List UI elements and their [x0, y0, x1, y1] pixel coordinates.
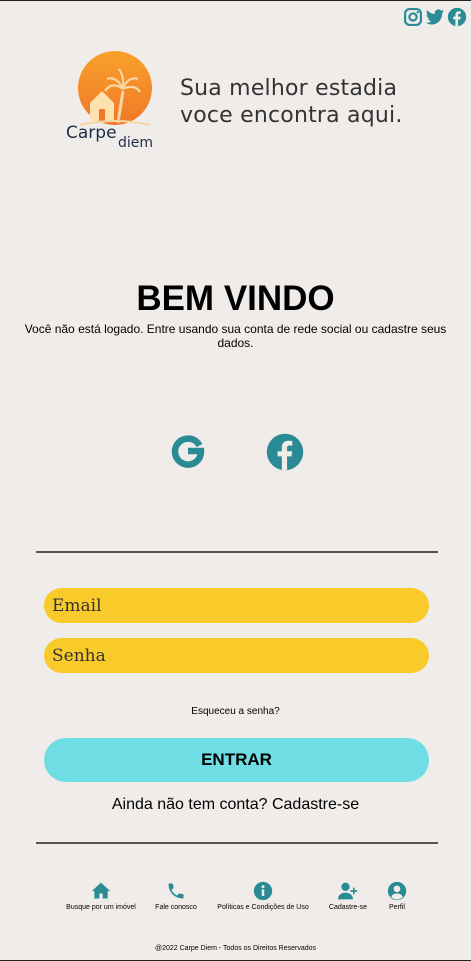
nav-item-profile[interactable]: Perfil	[382, 881, 412, 911]
facebook-icon	[266, 433, 304, 471]
nav-item-label: Fale conosco	[155, 904, 197, 911]
phone-icon	[168, 883, 184, 899]
nav-item-contact[interactable]: Fale conosco	[152, 881, 200, 911]
user-plus-icon	[338, 882, 358, 900]
signup-link[interactable]: Ainda não tem conta? Cadastre-se	[0, 796, 471, 814]
brand-name: Carpe	[66, 123, 117, 143]
home-icon	[91, 882, 111, 899]
nav-item-label: Perfil	[389, 904, 405, 911]
user-circle-icon	[387, 881, 407, 901]
divider	[36, 551, 438, 553]
nav-item-label: Políticas e Condições de Uso	[217, 904, 309, 911]
social-links	[403, 7, 467, 27]
password-field[interactable]	[44, 638, 429, 673]
nav-item-signup[interactable]: Cadastre-se	[326, 881, 370, 911]
copyright-text: @2022 Carpe Diem - Todos os Direitos Res…	[154, 945, 317, 952]
facebook-icon[interactable]	[447, 7, 467, 27]
page-title: BEM VINDO	[136, 279, 335, 318]
login-button[interactable]: ENTRAR	[44, 738, 429, 782]
nav-item-search[interactable]: Busque por um imóvel	[66, 881, 136, 911]
tagline: Sua melhor estadia voce encontra aqui.	[180, 75, 403, 129]
tagline-line-2: voce encontra aqui.	[180, 103, 403, 128]
forgot-password-link[interactable]: Esqueceu a senha?	[0, 706, 471, 717]
email-field[interactable]	[44, 588, 429, 623]
brand-logo[interactable]: Carpe diem	[60, 51, 170, 155]
info-icon	[253, 881, 273, 901]
tagline-line-1: Sua melhor estadia	[180, 76, 398, 101]
google-login-button[interactable]	[170, 433, 206, 469]
divider	[36, 842, 438, 844]
nav-item-policies[interactable]: Políticas e Condições de Uso	[214, 881, 312, 911]
instagram-icon[interactable]	[403, 7, 423, 27]
google-icon	[171, 435, 205, 468]
nav-item-label: Cadastre-se	[328, 904, 368, 911]
login-subtitle: Você não está logado. Entre usando sua c…	[24, 322, 447, 350]
facebook-login-button[interactable]	[266, 433, 304, 471]
nav-item-label: Busque por um imóvel	[66, 904, 136, 911]
brand-name-suffix: diem	[118, 135, 154, 151]
twitter-icon[interactable]	[425, 7, 445, 27]
